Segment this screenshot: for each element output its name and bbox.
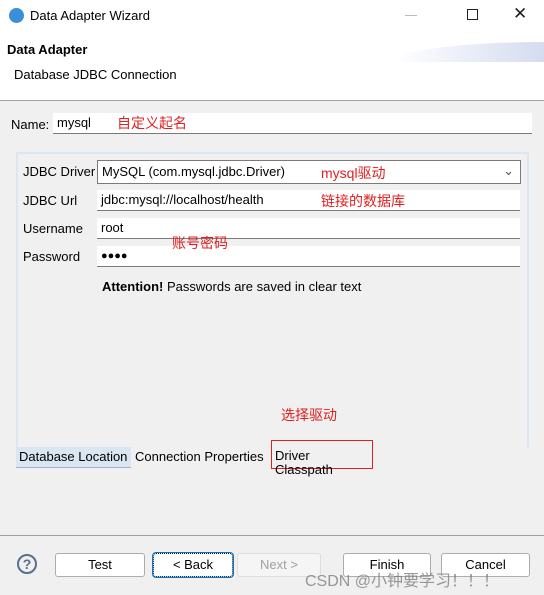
page-subtitle: Database JDBC Connection (14, 67, 177, 82)
url-value: jdbc:mysql://localhost/health (101, 192, 264, 207)
annotation-url: 链接的数据库 (321, 193, 405, 209)
title-bar: Data Adapter Wizard ✕ (0, 0, 544, 32)
username-label: Username (23, 221, 83, 236)
tab-connection-properties[interactable]: Connection Properties (132, 447, 270, 468)
attention-bold: Attention! (102, 279, 164, 294)
name-value: mysql (57, 115, 91, 130)
watermark: CSDN @小钟要学习！！！ (305, 573, 500, 590)
tab-label: Driver Classpath (275, 448, 333, 477)
tab-database-location[interactable]: Database Location (16, 447, 131, 468)
tab-driver-classpath[interactable]: Driver Classpath (271, 440, 373, 477)
name-label: Name: (11, 117, 50, 132)
test-button[interactable]: Test (55, 553, 145, 577)
password-input[interactable]: ●●●● (97, 246, 520, 267)
back-button[interactable]: < Back (152, 552, 234, 578)
tab-label: Connection Properties (135, 449, 264, 464)
window-title: Data Adapter Wizard (30, 8, 150, 23)
username-input[interactable]: root (97, 218, 520, 239)
password-value: ●●●● (101, 250, 128, 262)
close-button[interactable]: ✕ (513, 4, 527, 24)
driver-select[interactable]: MySQL (com.mysql.jdbc.Driver) ⌄ (97, 160, 521, 184)
maximize-button[interactable] (467, 9, 478, 20)
tab-label: Database Location (19, 449, 128, 464)
chevron-down-icon: ⌄ (503, 163, 514, 178)
header-decoration (394, 42, 544, 62)
minimize-button[interactable] (405, 15, 417, 16)
attention-note: Attention! Passwords are saved in clear … (102, 279, 361, 294)
driver-value: MySQL (com.mysql.jdbc.Driver) (102, 164, 285, 179)
annotation-name: 自定义起名 (117, 115, 187, 131)
help-icon[interactable]: ? (17, 554, 37, 574)
annotation-driver: mysql驱动 (321, 165, 386, 181)
footer-separator (0, 535, 544, 536)
attention-text: Passwords are saved in clear text (167, 279, 362, 294)
app-icon (9, 8, 24, 23)
password-label: Password (23, 249, 81, 264)
driver-label: JDBC Driver (23, 164, 96, 179)
annotation-credentials: 账号密码 (172, 235, 228, 251)
username-value: root (101, 220, 124, 235)
annotation-classpath: 选择驱动 (281, 407, 337, 423)
page-title: Data Adapter (7, 42, 88, 57)
wizard-header: Data Adapter Database JDBC Connection (0, 32, 544, 101)
url-input[interactable]: jdbc:mysql://localhost/health (97, 190, 520, 211)
url-label: JDBC Url (23, 193, 78, 208)
